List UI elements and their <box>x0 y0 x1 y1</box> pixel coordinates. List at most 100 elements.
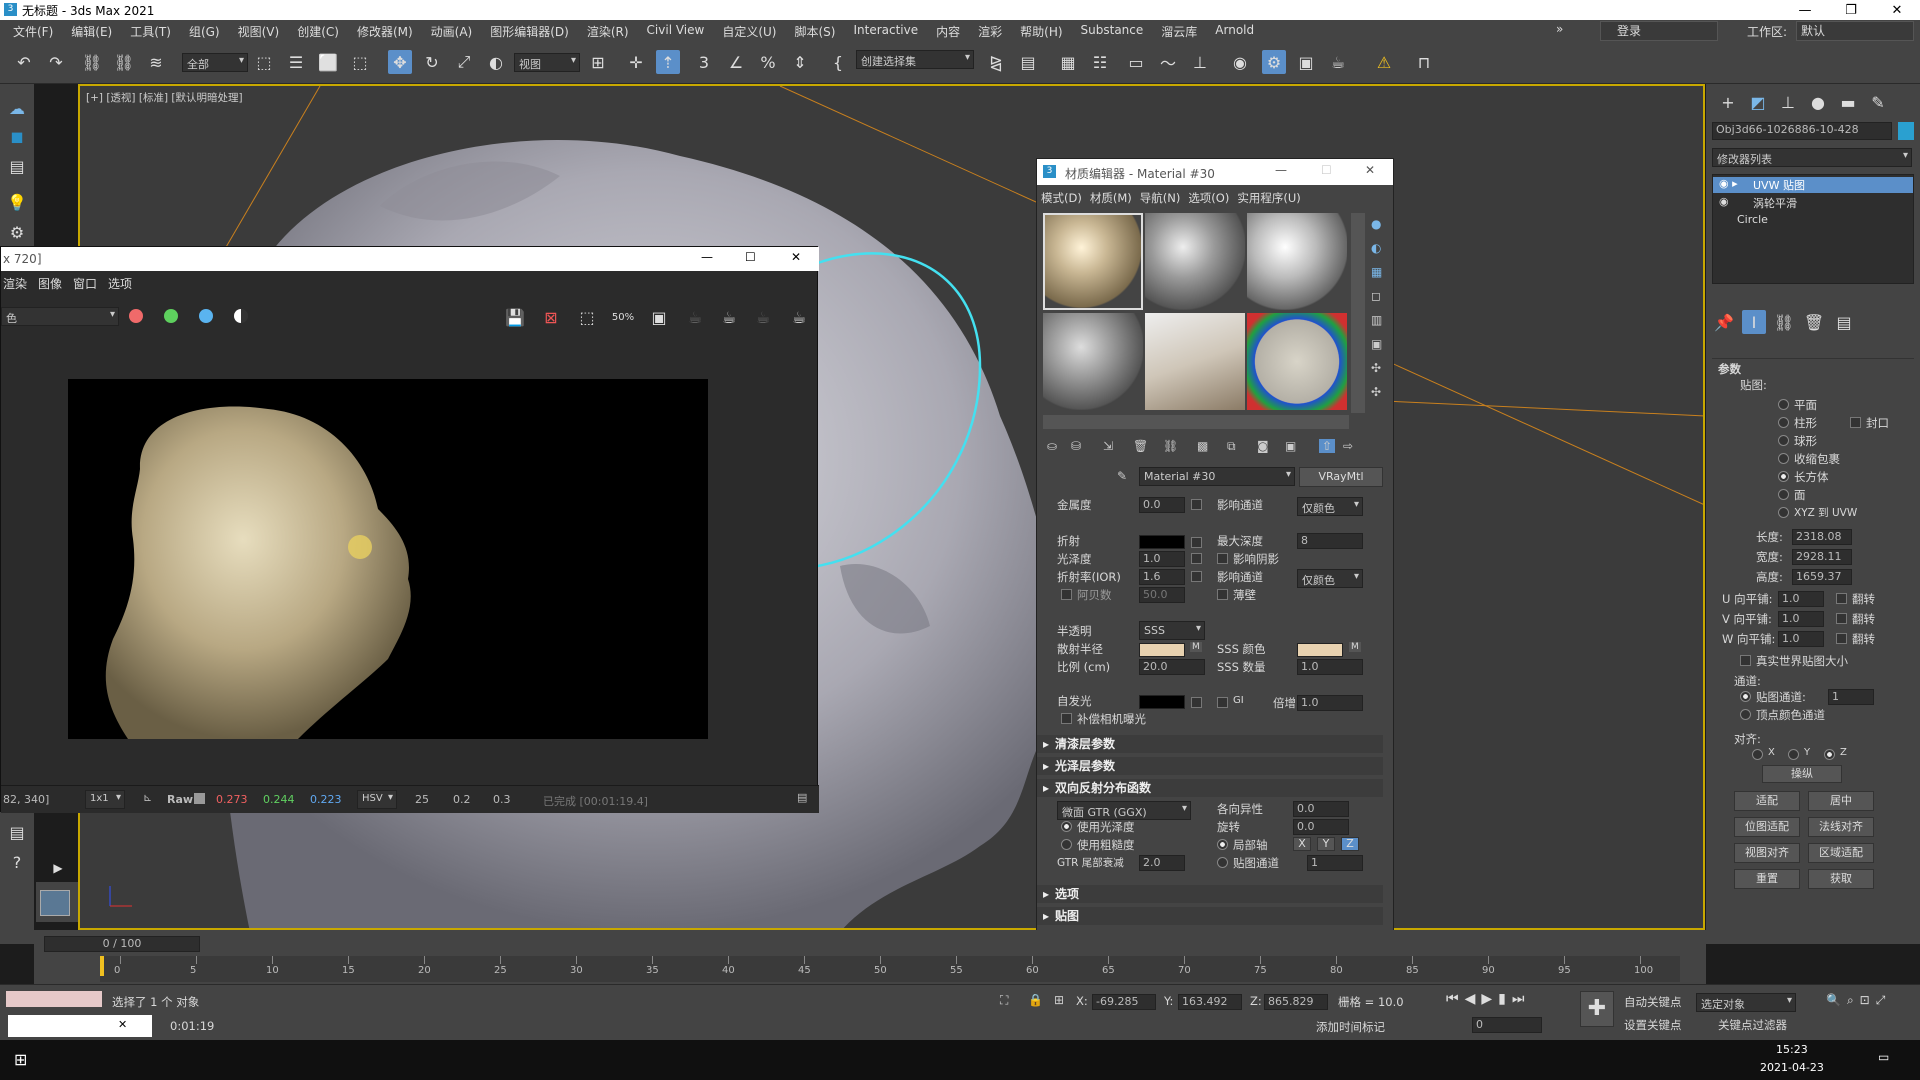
add-time-tag[interactable]: 添加时间标记 <box>1316 1019 1385 1035</box>
v-tile-value[interactable]: 1.0 <box>1778 611 1824 627</box>
thumb-close-icon[interactable]: ✕ <box>118 1018 127 1031</box>
selfillum-map-chk[interactable] <box>1191 697 1202 708</box>
params-title[interactable]: 参数 <box>1718 361 1741 377</box>
rendered-image[interactable] <box>68 379 708 739</box>
menu-item-4[interactable]: 视图(V) <box>229 23 289 40</box>
scatter-color-swatch[interactable] <box>1139 643 1185 657</box>
height-value[interactable]: 1659.37 <box>1792 569 1852 585</box>
select-manipulate-icon[interactable]: ✛ <box>624 50 648 74</box>
opt-box-radio[interactable] <box>1778 471 1789 482</box>
w-tile-value[interactable]: 1.0 <box>1778 631 1824 647</box>
menu-item-5[interactable]: 创建(C) <box>288 23 348 40</box>
time-slider[interactable]: 0 / 100 <box>44 936 200 952</box>
bind-spacewarp-icon[interactable]: ≋ <box>144 50 168 74</box>
affect-shadow-chk[interactable] <box>1217 553 1228 564</box>
make-unique-cp-icon[interactable]: ⛓ <box>1772 310 1796 334</box>
make-preview-icon[interactable]: ▣ <box>1371 337 1382 351</box>
percent-snap-icon[interactable]: % <box>756 50 780 74</box>
abbe-chk[interactable] <box>1061 589 1072 600</box>
layers-icon[interactable]: ▤ <box>5 820 29 844</box>
menu-more[interactable]: » <box>1556 22 1563 36</box>
slot-3[interactable] <box>1247 213 1347 310</box>
rect-selection-icon[interactable]: ⬜ <box>316 50 340 74</box>
red-channel-icon[interactable] <box>129 309 143 323</box>
display-tab-icon[interactable]: ▬ <box>1836 90 1860 114</box>
windows-start-icon[interactable]: ⊞ <box>14 1050 27 1069</box>
color-mode-dropdown[interactable]: HSV <box>357 790 397 809</box>
login-button[interactable]: 登录 <box>1600 21 1718 41</box>
minimize-icon[interactable]: — <box>1782 0 1828 20</box>
opt-shrink-radio[interactable] <box>1778 453 1789 464</box>
blue-channel-icon[interactable] <box>199 309 213 323</box>
menu-item-18[interactable]: 溜云库 <box>1152 23 1206 40</box>
material-name-field[interactable]: Material #30 <box>1139 467 1295 486</box>
slot-6[interactable] <box>1247 313 1347 410</box>
remove-modifier-icon[interactable]: 🗑 <box>1802 310 1826 334</box>
render-close-icon[interactable]: ✕ <box>791 250 801 264</box>
menu-item-8[interactable]: 图形编辑器(D) <box>481 23 578 40</box>
video-check-icon[interactable]: ▥ <box>1371 313 1382 327</box>
selection-filter-dropdown[interactable]: 全部 <box>182 53 248 72</box>
gloss-map-chk[interactable] <box>1191 553 1202 564</box>
object-color-swatch[interactable] <box>1898 122 1914 140</box>
gi-chk[interactable] <box>1217 697 1228 708</box>
alpha-channel-icon[interactable] <box>234 309 248 323</box>
section-coat[interactable]: 清漆层参数 <box>1037 735 1383 753</box>
render-menu-item-1[interactable]: 图像 <box>36 273 71 293</box>
viewport-label[interactable]: [+] [透视] [标准] [默认明暗处理] <box>86 90 243 105</box>
hierarchy-icon[interactable]: ▤ <box>5 154 29 178</box>
max-depth-value[interactable]: 8 <box>1297 533 1363 549</box>
mat-id-icon[interactable]: ⧉ <box>1227 439 1236 454</box>
angle-snap-icon[interactable]: ∠ <box>724 50 748 74</box>
me-menu-item-2[interactable]: 导航(N) <box>1140 189 1189 207</box>
warning-icon[interactable]: ⚠ <box>1372 50 1396 74</box>
opt-sphere-radio[interactable] <box>1778 435 1789 446</box>
edit-named-sel-icon[interactable]: { <box>826 50 850 74</box>
make-unique-icon[interactable]: ⛓ <box>1163 439 1178 453</box>
hierarchy-tab-icon[interactable]: ⊥ <box>1776 90 1800 114</box>
zoom-ratio-dropdown[interactable]: 1x1 <box>85 790 125 809</box>
save-image-icon[interactable]: 💾 <box>503 305 527 329</box>
current-frame-marker[interactable] <box>100 956 104 976</box>
scale-icon[interactable]: ⤢ <box>452 50 476 74</box>
auto-key-button[interactable]: 自动关键点 <box>1624 994 1682 1010</box>
slots-hscrollbar[interactable] <box>1043 415 1349 429</box>
channel-dropdown[interactable]: 色 <box>1 307 119 326</box>
align-z-radio[interactable] <box>1824 749 1835 760</box>
vertex-color-radio[interactable] <box>1740 709 1751 720</box>
track-mouse-icon[interactable]: ▣ <box>647 305 671 329</box>
ribbon-icon[interactable]: ▭ <box>1124 50 1148 74</box>
v-flip-chk[interactable] <box>1836 613 1847 624</box>
key-filter-button[interactable]: 关键点过滤器 <box>1718 1017 1787 1033</box>
sample-type-icon[interactable]: ● <box>1371 217 1381 231</box>
abbe-value[interactable]: 50.0 <box>1139 587 1185 603</box>
get-material-icon[interactable]: ⛀ <box>1047 439 1057 453</box>
opt-xyz-radio[interactable] <box>1778 507 1789 518</box>
real-world-chk[interactable] <box>1740 655 1751 666</box>
select-by-mat-icon[interactable]: ✣ <box>1371 385 1381 399</box>
menu-item-19[interactable]: Arnold <box>1206 23 1263 40</box>
map-channel-value[interactable]: 1 <box>1307 855 1363 871</box>
u-tile-value[interactable]: 1.0 <box>1778 591 1824 607</box>
align-y-radio[interactable] <box>1788 749 1799 760</box>
section-options[interactable]: 选项 <box>1037 885 1383 903</box>
me-menu-item-1[interactable]: 材质(M) <box>1090 189 1140 207</box>
show-end-result-icon[interactable]: Ⅰ <box>1742 310 1766 334</box>
show-map-icon[interactable]: ◙ <box>1257 439 1269 453</box>
map-channel-cp-value[interactable]: 1 <box>1828 689 1874 705</box>
render-menu-item-3[interactable]: 选项 <box>106 273 141 293</box>
axis-z-button[interactable]: Z <box>1341 837 1359 851</box>
axis-y-button[interactable]: Y <box>1317 837 1335 851</box>
bitmap-fit-button[interactable]: 位图适配 <box>1734 817 1800 837</box>
render-menu-item-0[interactable]: 渲染 <box>1 273 36 293</box>
create-tab-icon[interactable]: + <box>1716 90 1740 114</box>
u-flip-chk[interactable] <box>1836 593 1847 604</box>
manipulate-button[interactable]: 操纵 <box>1762 765 1842 783</box>
modifier-list-dropdown[interactable]: 修改器列表 <box>1712 148 1912 167</box>
pin-stack-icon[interactable]: 📌 <box>1712 310 1736 334</box>
region-render-icon[interactable]: ⬚ <box>575 305 599 329</box>
menu-item-11[interactable]: 自定义(U) <box>713 23 785 40</box>
taskbar-thumbnail[interactable]: ✕ <box>8 1015 152 1037</box>
slots-scrollbar[interactable] <box>1351 213 1365 413</box>
me-menu-item-3[interactable]: 选项(O) <box>1188 189 1237 207</box>
